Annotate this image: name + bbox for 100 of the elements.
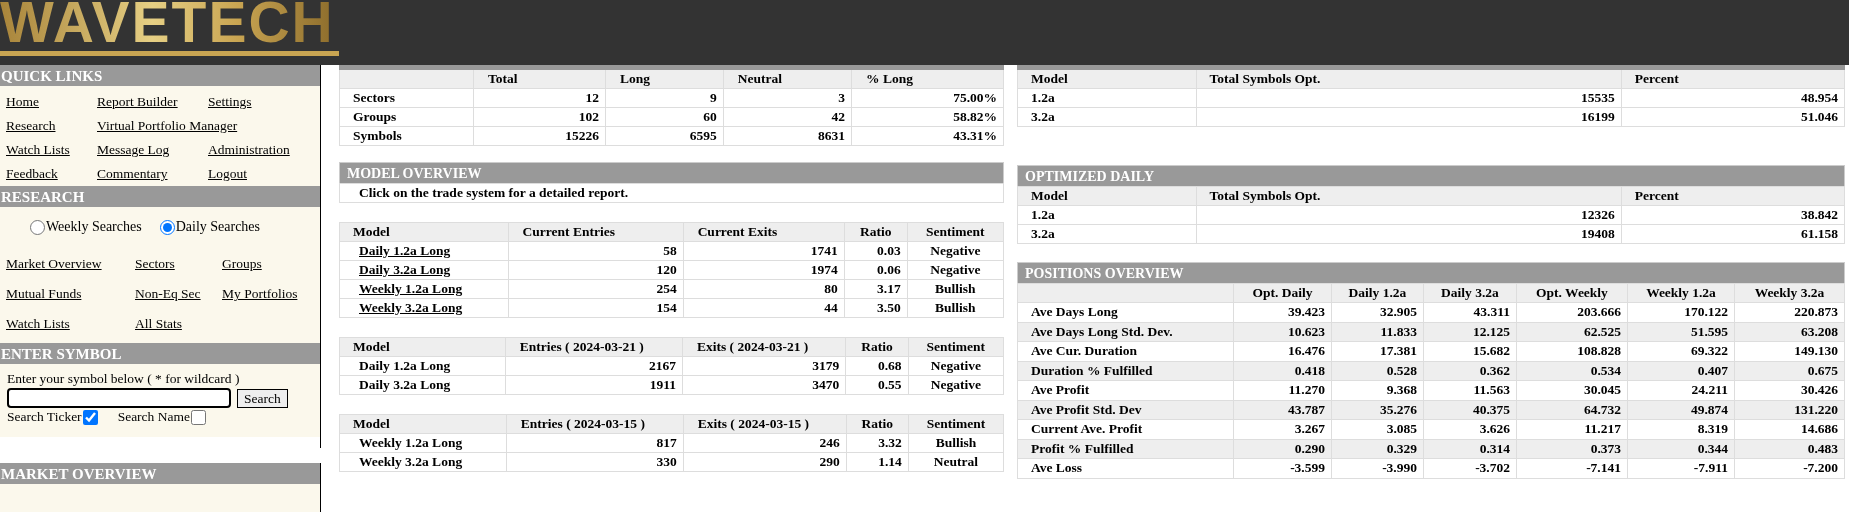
quick-link[interactable]: Administration xyxy=(208,138,290,162)
table-cell: Negative xyxy=(908,356,1004,376)
table-cell: 32.905 xyxy=(1331,302,1424,322)
row-label: Ave Days Long Std. Dev. xyxy=(1017,322,1234,342)
row-label: Sectors xyxy=(339,88,474,108)
row-label: Ave Profit Std. Dev xyxy=(1017,400,1234,420)
table-cell: Weekly 1.2a Long xyxy=(339,433,507,453)
quick-link[interactable]: Feedback xyxy=(6,162,58,186)
column-header: Current Exits xyxy=(683,222,845,242)
panel-header: OPTIMIZED DAILY xyxy=(1017,165,1845,186)
table-cell: 11.217 xyxy=(1516,419,1628,439)
column-header: Percent xyxy=(1621,67,1845,89)
table-cell: 3.267 xyxy=(1233,419,1332,439)
table-cell: -3.702 xyxy=(1423,458,1517,478)
radio-button[interactable] xyxy=(30,219,45,235)
radio-button[interactable] xyxy=(159,219,175,235)
table-cell: -7.911 xyxy=(1627,458,1735,478)
table-cell: 203.666 xyxy=(1516,302,1628,322)
table-cell: Weekly 3.2a Long xyxy=(339,452,507,472)
table-cell: 43.31% xyxy=(851,126,1004,146)
table-cell: 3179 xyxy=(682,356,846,376)
table-cell: 220.873 xyxy=(1734,302,1845,322)
section-header: RESEARCH xyxy=(0,186,320,207)
column-header: Entries ( 2024-03-15 ) xyxy=(506,414,684,434)
table-cell: 0.06 xyxy=(844,260,908,280)
table-cell: 11.563 xyxy=(1423,380,1517,400)
search-page-link[interactable]: All Stats xyxy=(135,309,182,339)
table-cell: 120 xyxy=(508,260,684,280)
table-cell: 12326 xyxy=(1196,205,1622,225)
section-header: QUICK LINKS xyxy=(0,65,320,86)
table-cell: 1.2a xyxy=(1017,88,1197,108)
search-page-link[interactable]: Mutual Funds xyxy=(6,279,82,309)
table-cell: 38.842 xyxy=(1621,205,1845,225)
search-page-link[interactable]: Groups xyxy=(222,249,262,279)
quick-link[interactable]: Research xyxy=(6,114,56,138)
table-cell: 19408 xyxy=(1196,224,1622,244)
table-cell: 1741 xyxy=(683,241,845,261)
table-cell: 817 xyxy=(506,433,684,453)
quick-link[interactable]: Message Log xyxy=(97,138,170,162)
table-cell: 48.954 xyxy=(1621,88,1845,108)
table-cell: 170.122 xyxy=(1627,302,1735,322)
quick-link[interactable]: Commentary xyxy=(97,162,168,186)
table-cell: Bullish xyxy=(907,279,1004,299)
table-cell: 2167 xyxy=(505,356,683,376)
search-page-link[interactable]: Non-Eq Sec xyxy=(135,279,201,309)
row-label: Profit % Fulfilled xyxy=(1017,439,1234,459)
column-header: Opt. Weekly xyxy=(1516,283,1628,303)
table-cell: 3.2a xyxy=(1017,224,1197,244)
column-header: Ratio xyxy=(846,414,909,434)
table-cell: 43.311 xyxy=(1423,302,1517,322)
table-cell: -7.141 xyxy=(1516,458,1628,478)
column-header: Neutral xyxy=(723,67,852,89)
search-page-link[interactable]: Market Overview xyxy=(6,249,102,279)
search-page-link[interactable]: Sectors xyxy=(135,249,175,279)
column-header: Entries ( 2024-03-21 ) xyxy=(505,337,683,357)
table-cell: Negative xyxy=(907,241,1004,261)
column-header: Sentiment xyxy=(908,337,1004,357)
table-cell: 330 xyxy=(506,452,684,472)
table-cell: 44 xyxy=(683,298,845,318)
quick-link[interactable]: Settings xyxy=(208,90,252,114)
quick-link[interactable]: Home xyxy=(6,90,39,114)
search-page-link[interactable]: My Portfolios xyxy=(222,279,298,309)
panel-header: POSITIONS OVERVIEW xyxy=(1017,262,1845,283)
table-cell: 3.17 xyxy=(844,279,908,299)
table-cell: 16199 xyxy=(1196,107,1622,127)
quick-link[interactable]: Virtual Portfolio Manager xyxy=(97,114,238,138)
search-page-link[interactable]: Watch Lists xyxy=(6,309,70,339)
table-cell: Daily 3.2a Long xyxy=(339,375,506,395)
row-label: Current Ave. Profit xyxy=(1017,419,1234,439)
table-cell: 9 xyxy=(605,88,724,108)
panel-header: MODEL OVERVIEW xyxy=(339,162,1004,183)
table-cell: 9.368 xyxy=(1331,380,1424,400)
table-cell: Negative xyxy=(908,375,1004,395)
row-label: Symbols xyxy=(339,126,474,146)
column-header: Sentiment xyxy=(908,414,1004,434)
column-header: Model xyxy=(1017,67,1197,89)
symbol-input-field[interactable] xyxy=(7,388,231,408)
row-label: Ave Days Long xyxy=(1017,302,1234,322)
table-cell: 8.319 xyxy=(1627,419,1735,439)
column-header: Weekly 3.2a xyxy=(1734,283,1845,303)
radio-label: Daily Searches xyxy=(175,219,261,235)
row-label: Ave Profit xyxy=(1017,380,1234,400)
table-cell: 1.2a xyxy=(1017,205,1197,225)
checkbox[interactable] xyxy=(82,409,98,425)
quick-link[interactable]: Watch Lists xyxy=(6,138,70,162)
quick-link[interactable]: Report Builder xyxy=(97,90,178,114)
table-cell: 30.045 xyxy=(1516,380,1628,400)
column-header: Model xyxy=(339,337,506,357)
table-cell: 149.130 xyxy=(1734,341,1845,361)
table-cell: 51.046 xyxy=(1621,107,1845,127)
table-cell: 3 xyxy=(723,88,852,108)
table-cell: 0.03 xyxy=(844,241,908,261)
checkbox[interactable] xyxy=(190,409,206,425)
table-cell: 0.68 xyxy=(845,356,909,376)
column-header: Sentiment xyxy=(907,222,1004,242)
search-button[interactable]: Search xyxy=(237,388,288,408)
table-cell: 24.211 xyxy=(1627,380,1735,400)
table-cell: -3.990 xyxy=(1331,458,1424,478)
section-header: MARKET OVERVIEW xyxy=(0,463,320,484)
quick-link[interactable]: Logout xyxy=(208,162,247,186)
